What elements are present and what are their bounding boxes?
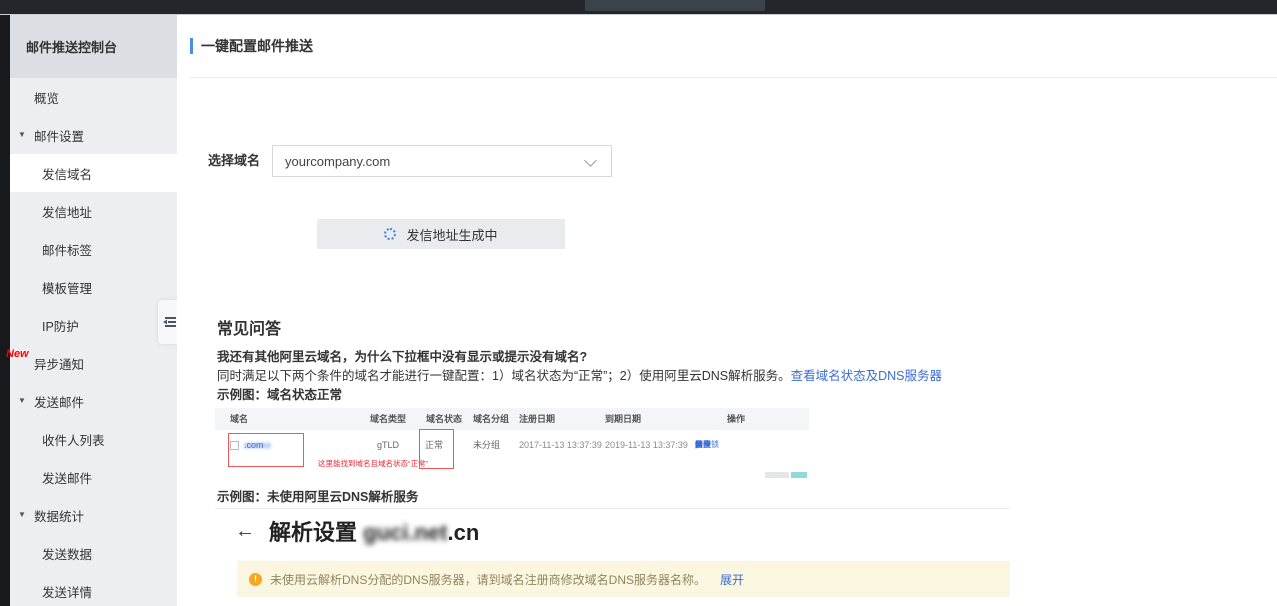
col-header-actions: 操作 <box>727 408 745 430</box>
sidebar-item-label: 发送详情 <box>42 582 92 601</box>
loading-spinner-icon <box>384 228 396 240</box>
domain-group-cell: 未分组 <box>473 430 500 460</box>
main-content: 一键配置邮件推送 选择域名 yourcompany.com 发信地址生成中 常见… <box>177 15 1277 606</box>
sidebar-item-recipient-lists[interactable]: 收件人列表 <box>10 420 177 458</box>
sidebar-item-label: 发信地址 <box>42 202 92 221</box>
domain-select-value: yourcompany.com <box>285 154 390 169</box>
cropped-button-fragment <box>765 472 789 478</box>
cropped-button-fragment <box>791 472 807 478</box>
caret-down-icon: ▼ <box>18 397 26 405</box>
example1-label: 示例图：域名状态正常 <box>217 384 342 403</box>
col-header-domain-group: 域名分组 <box>473 408 509 430</box>
sidebar-item-label: 邮件设置 <box>34 126 84 145</box>
generating-address-button[interactable]: 发信地址生成中 <box>317 219 565 249</box>
sidebar-item-label: 数据统计 <box>34 506 84 525</box>
email-push-console-page: 邮件推送控制台 概览 ▼ 邮件设置 发信域名 发信地址 邮件标签 模板管理 IP防… <box>0 0 1277 606</box>
sidebar-item-email-tags[interactable]: 邮件标签 <box>10 230 177 268</box>
sidebar-item-label: 邮件标签 <box>42 240 92 259</box>
sidebar-item-label: 发送邮件 <box>34 392 84 411</box>
title-accent-bar <box>190 38 193 54</box>
dns-settings-example-screenshot: ← 解析设置 guci.net.cn ! 未使用云解析DNS分配的DNS服务器，… <box>215 508 1010 606</box>
sidebar-item-label: 发信域名 <box>42 164 92 183</box>
sidebar-title: 邮件推送控制台 <box>10 15 177 78</box>
left-dark-strip <box>0 15 10 606</box>
topbar-search-box[interactable] <box>585 0 765 11</box>
domain-type-cell: gTLD <box>377 430 399 460</box>
sidebar-group-send-email[interactable]: ▼ 发送邮件 <box>10 382 177 420</box>
expand-link: 展开 <box>720 571 744 588</box>
faq-heading: 常见问答 <box>217 315 281 339</box>
dns-settings-title: ← 解析设置 guci.net.cn <box>235 515 479 547</box>
sidebar-item-template-management[interactable]: 模板管理 <box>10 268 177 306</box>
caret-down-icon: ▼ <box>18 511 26 519</box>
blurred-dns-domain: guci.net <box>363 520 447 545</box>
red-callout-box-status <box>419 429 454 469</box>
header-divider <box>190 77 1277 78</box>
dns-status-link[interactable]: 查看域名状态及DNS服务器 <box>791 369 942 383</box>
sidebar-item-async-notification[interactable]: New异步通知 <box>10 344 177 382</box>
sidebar-item-label: 发送数据 <box>42 544 92 563</box>
new-badge: New <box>6 348 29 360</box>
sidebar-group-email-settings[interactable]: ▼ 邮件设置 <box>10 116 177 154</box>
expire-date-cell: 2019-11-13 13:37:39 <box>605 430 688 460</box>
sidebar-item-label: 概览 <box>34 88 59 107</box>
top-navbar <box>0 0 1277 15</box>
sidebar-item-label: IP防护 <box>42 316 79 335</box>
domain-select[interactable]: yourcompany.com <box>272 145 612 177</box>
sidebar-menu: 概览 ▼ 邮件设置 发信域名 发信地址 邮件标签 模板管理 IP防护 New异步通… <box>10 78 177 606</box>
faq-question: 我还有其他阿里云域名，为什么下拉框中没有显示或提示没有域名? <box>217 346 587 365</box>
sidebar-item-ip-protection[interactable]: IP防护 <box>10 306 177 344</box>
info-icon: ⓘ <box>370 408 378 430</box>
register-date-cell: 2017-11-13 13:37:39 <box>519 430 602 460</box>
sidebar-item-sender-addresses[interactable]: 发信地址 <box>10 192 177 230</box>
chevron-down-icon <box>584 154 597 167</box>
example2-label: 示例图：未使用阿里云DNS解析服务 <box>217 486 418 505</box>
sidebar-item-send-details[interactable]: 发送详情 <box>10 572 177 606</box>
domain-select-label: 选择域名 <box>208 145 260 177</box>
dns-title-text: 解析设置 guci.net.cn <box>269 515 479 547</box>
sort-icon: ⇅ <box>519 408 526 430</box>
sort-icon: ⇅ <box>605 408 612 430</box>
sidebar-item-label: 模板管理 <box>42 278 92 297</box>
domain-table-example-screenshot: 域名 域名类型 ⓘ 域名状态 域名分组 注册日期 ⇅ 到期日期 ⇅ 操作 xxx… <box>215 408 809 480</box>
col-header-domain: 域名 <box>230 408 248 430</box>
red-annotation-text: 这里能找到域名且域名状态“正常” <box>318 458 428 470</box>
sidebar-group-data-statistics[interactable]: ▼ 数据统计 <box>10 496 177 534</box>
sidebar-item-send-email[interactable]: 发送邮件 <box>10 458 177 496</box>
sidebar-item-label: 收件人列表 <box>42 430 105 449</box>
generating-button-label: 发信地址生成中 <box>406 225 497 244</box>
sidebar-item-sending-domains[interactable]: 发信域名 <box>10 154 177 192</box>
collapse-menu-icon <box>163 316 177 328</box>
sidebar-item-overview[interactable]: 概览 <box>10 78 177 116</box>
col-header-domain-status: 域名状态 <box>426 408 462 430</box>
caret-down-icon: ▼ <box>18 131 26 139</box>
back-arrow-icon: ← <box>235 520 255 543</box>
table-header-row <box>215 408 809 430</box>
faq-answer: 同时满足以下两个条件的域名才能进行一键配置：1）域名状态为“正常”；2）使用阿里… <box>217 365 942 384</box>
sidebar-item-label: 异步通知 <box>34 354 84 373</box>
dns-warning-banner: ! 未使用云解析DNS分配的DNS服务器，请到域名注册商修改域名DNS服务器名称… <box>237 561 1010 597</box>
warning-icon: ! <box>249 573 262 586</box>
sidebar-item-label: 发送邮件 <box>42 468 92 487</box>
faq-answer-text: 同时满足以下两个条件的域名才能进行一键配置：1）域名状态为“正常”；2）使用阿里… <box>217 369 791 383</box>
page-title: 一键配置邮件推送 <box>201 38 313 54</box>
red-callout-box-domain <box>228 433 304 467</box>
warning-text: 未使用云解析DNS分配的DNS服务器，请到域名注册商修改域名DNS服务器名称。 <box>270 571 706 588</box>
sidebar: 邮件推送控制台 概览 ▼ 邮件设置 发信域名 发信地址 邮件标签 模板管理 IP防… <box>10 15 177 606</box>
sidebar-item-send-data[interactable]: 发送数据 <box>10 534 177 572</box>
manage-link: 管理 <box>695 430 711 460</box>
